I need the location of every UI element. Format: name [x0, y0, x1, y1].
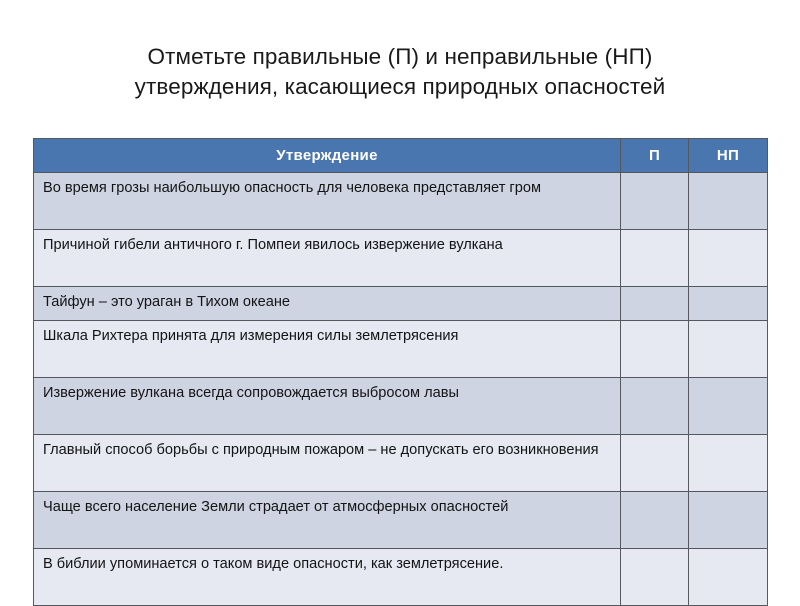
table-row: Тайфун – это ураган в Тихом океане: [33, 286, 768, 321]
column-header-incorrect: НП: [688, 138, 768, 173]
answer-cell-incorrect-7[interactable]: [688, 491, 768, 549]
table-row: Извержение вулкана всегда сопровождается…: [33, 377, 768, 435]
page-title: Отметьте правильные (П) и неправильные (…: [60, 42, 740, 102]
table-header-row: Утверждение П НП: [33, 138, 768, 173]
table-body: Во время грозы наибольшую опасность для …: [33, 172, 768, 606]
answer-cell-incorrect-8[interactable]: [688, 548, 768, 606]
answer-cell-incorrect-1[interactable]: [688, 172, 768, 230]
answer-cell-incorrect-2[interactable]: [688, 229, 768, 287]
quiz-table-container: Утверждение П НП Во время грозы наибольш…: [33, 138, 768, 606]
page-title-line-1: Отметьте правильные (П) и неправильные (…: [147, 44, 653, 69]
answer-cell-correct-4[interactable]: [620, 320, 689, 378]
statement-cell-1: Во время грозы наибольшую опасность для …: [33, 172, 621, 230]
statement-cell-5: Извержение вулкана всегда сопровождается…: [33, 377, 621, 435]
page-title-line-2: утверждения, касающиеся природных опасно…: [134, 74, 666, 99]
answer-cell-correct-5[interactable]: [620, 377, 689, 435]
answer-cell-incorrect-6[interactable]: [688, 434, 768, 492]
table-row: Причиной гибели античного г. Помпеи явил…: [33, 229, 768, 287]
table-row: Чаще всего население Земли страдает от а…: [33, 491, 768, 549]
table-row: Шкала Рихтера принята для измерения силы…: [33, 320, 768, 378]
statement-cell-3: Тайфун – это ураган в Тихом океане: [33, 286, 621, 321]
quiz-table: Утверждение П НП Во время грозы наибольш…: [33, 138, 768, 606]
answer-cell-correct-3[interactable]: [620, 286, 689, 321]
answer-cell-correct-7[interactable]: [620, 491, 689, 549]
statement-cell-2: Причиной гибели античного г. Помпеи явил…: [33, 229, 621, 287]
table-row: Во время грозы наибольшую опасность для …: [33, 172, 768, 230]
statement-cell-4: Шкала Рихтера принята для измерения силы…: [33, 320, 621, 378]
table-header: Утверждение П НП: [33, 138, 768, 173]
answer-cell-correct-6[interactable]: [620, 434, 689, 492]
answer-cell-incorrect-4[interactable]: [688, 320, 768, 378]
answer-cell-incorrect-3[interactable]: [688, 286, 768, 321]
table-row: Главный способ борьбы с природным пожаро…: [33, 434, 768, 492]
statement-cell-8: В библии упоминается о таком виде опасно…: [33, 548, 621, 606]
statement-cell-7: Чаще всего население Земли страдает от а…: [33, 491, 621, 549]
column-header-statement: Утверждение: [33, 138, 621, 173]
answer-cell-correct-1[interactable]: [620, 172, 689, 230]
answer-cell-incorrect-5[interactable]: [688, 377, 768, 435]
answer-cell-correct-8[interactable]: [620, 548, 689, 606]
column-header-correct: П: [620, 138, 689, 173]
slide-canvas: Отметьте правильные (П) и неправильные (…: [0, 0, 800, 606]
table-row: В библии упоминается о таком виде опасно…: [33, 548, 768, 606]
statement-cell-6: Главный способ борьбы с природным пожаро…: [33, 434, 621, 492]
answer-cell-correct-2[interactable]: [620, 229, 689, 287]
